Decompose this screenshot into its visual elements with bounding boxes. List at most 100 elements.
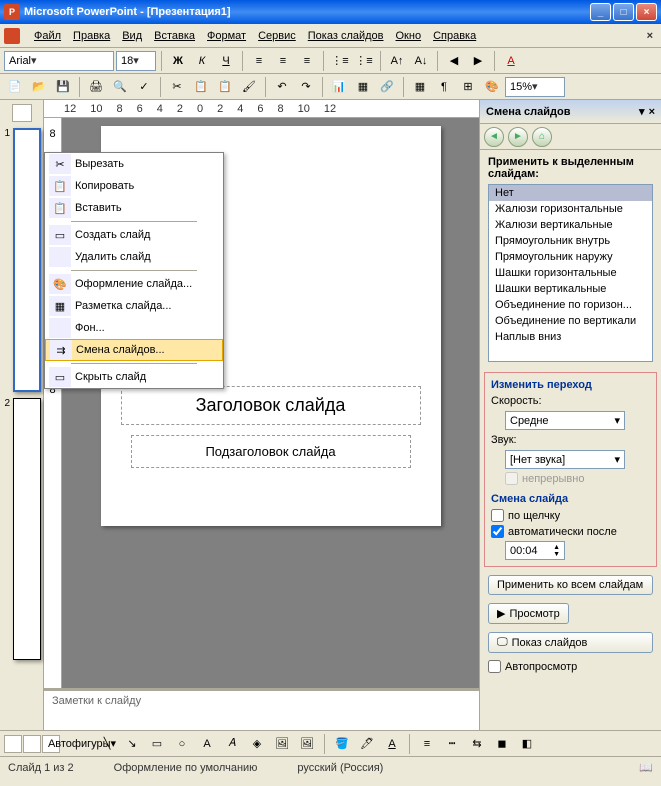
format-painter-button[interactable]: 🖌 bbox=[238, 76, 260, 98]
align-right-button[interactable]: ≡ bbox=[296, 50, 318, 72]
ctx-layout[interactable]: ▦Разметка слайда... bbox=[45, 295, 223, 317]
save-button[interactable]: 💾 bbox=[52, 76, 74, 98]
underline-button[interactable]: Ч bbox=[215, 50, 237, 72]
open-button[interactable]: 📂 bbox=[28, 76, 50, 98]
menu-file[interactable]: Файл bbox=[28, 28, 67, 44]
wordart-tool[interactable]: 𝐴 bbox=[221, 733, 243, 755]
rect-tool[interactable]: ▭ bbox=[146, 733, 168, 755]
line-style-tool[interactable]: ≡ bbox=[416, 733, 438, 755]
transition-item[interactable]: Наплыв вниз bbox=[489, 329, 652, 345]
transition-item[interactable]: Шашки горизонтальные bbox=[489, 265, 652, 281]
dash-style-tool[interactable]: ┅ bbox=[441, 733, 463, 755]
font-color-button[interactable]: A bbox=[500, 50, 522, 72]
transition-item[interactable]: Шашки вертикальные bbox=[489, 281, 652, 297]
show-formatting-button[interactable]: ¶ bbox=[433, 76, 455, 98]
slideshow-button[interactable]: 🖵 Показ слайдов bbox=[488, 632, 653, 653]
increase-font-button[interactable]: A↑ bbox=[386, 50, 408, 72]
taskpane-dropdown[interactable]: ▾ bbox=[639, 105, 645, 118]
align-center-button[interactable]: ≡ bbox=[272, 50, 294, 72]
bullets-button[interactable]: ⋮≡ bbox=[353, 50, 375, 72]
ctx-delete-slide[interactable]: Удалить слайд bbox=[45, 246, 223, 268]
play-button[interactable]: ▶ Просмотр bbox=[488, 603, 569, 624]
align-left-button[interactable]: ≡ bbox=[248, 50, 270, 72]
spell-button[interactable]: ✓ bbox=[133, 76, 155, 98]
transition-item[interactable]: Объединение по вертикали bbox=[489, 313, 652, 329]
menu-view[interactable]: Вид bbox=[116, 28, 148, 44]
transition-item[interactable]: Объединение по горизон... bbox=[489, 297, 652, 313]
auto-checkbox[interactable] bbox=[491, 525, 504, 538]
print-button[interactable]: 🖨 bbox=[85, 76, 107, 98]
nav-forward-button[interactable]: ► bbox=[508, 127, 528, 147]
new-button[interactable]: 📄 bbox=[4, 76, 26, 98]
diagram-tool[interactable]: ◈ bbox=[246, 733, 268, 755]
zoom-combo[interactable]: 15%▾ bbox=[505, 77, 565, 97]
ctx-paste[interactable]: 📋Вставить bbox=[45, 197, 223, 219]
slide-subtitle-placeholder[interactable]: Подзаголовок слайда bbox=[131, 435, 411, 468]
taskpane-close-button[interactable]: × bbox=[649, 106, 655, 118]
nav-home-button[interactable]: ⌂ bbox=[532, 127, 552, 147]
fill-color-tool[interactable]: 🪣 bbox=[331, 733, 353, 755]
mdi-close-button[interactable]: × bbox=[643, 30, 657, 42]
tables-borders-button[interactable]: ▦ bbox=[409, 76, 431, 98]
cut-button[interactable]: ✂ bbox=[166, 76, 188, 98]
paste-button[interactable]: 📋 bbox=[214, 76, 236, 98]
sorter-view-button[interactable] bbox=[23, 735, 41, 753]
auto-time-spinner[interactable]: 00:04▲▼ bbox=[505, 541, 565, 560]
menu-tools[interactable]: Сервис bbox=[252, 28, 302, 44]
sound-select[interactable]: [Нет звука]▾ bbox=[505, 450, 625, 469]
copy-button[interactable]: 📋 bbox=[190, 76, 212, 98]
menu-slideshow[interactable]: Показ слайдов bbox=[302, 28, 390, 44]
arrow-tool[interactable]: ↘ bbox=[121, 733, 143, 755]
shadow-tool[interactable]: ◼ bbox=[491, 733, 513, 755]
decrease-indent-button[interactable]: ◀ bbox=[443, 50, 465, 72]
table-button[interactable]: ▦ bbox=[352, 76, 374, 98]
ctx-transition[interactable]: ⇉Смена слайдов... bbox=[45, 339, 223, 361]
menu-window[interactable]: Окно bbox=[390, 28, 428, 44]
ctx-design[interactable]: 🎨Оформление слайда... bbox=[45, 273, 223, 295]
menu-insert[interactable]: Вставка bbox=[148, 28, 201, 44]
line-tool[interactable]: ╲ bbox=[96, 733, 118, 755]
autoshapes-button[interactable]: Автофигуры ▾ bbox=[71, 733, 93, 755]
onclick-checkbox[interactable] bbox=[491, 509, 504, 522]
increase-indent-button[interactable]: ▶ bbox=[467, 50, 489, 72]
ctx-copy[interactable]: 📋Копировать bbox=[45, 175, 223, 197]
outline-tab[interactable] bbox=[12, 104, 32, 122]
textbox-tool[interactable]: A bbox=[196, 733, 218, 755]
numbering-button[interactable]: ⋮≡ bbox=[329, 50, 351, 72]
menu-format[interactable]: Формат bbox=[201, 28, 252, 44]
ctx-new-slide[interactable]: ▭Создать слайд bbox=[45, 224, 223, 246]
speed-select[interactable]: Средне▾ bbox=[505, 411, 625, 430]
transition-item[interactable]: Жалюзи горизонтальные bbox=[489, 201, 652, 217]
color-button[interactable]: 🎨 bbox=[481, 76, 503, 98]
menu-help[interactable]: Справка bbox=[427, 28, 482, 44]
font-size-combo[interactable]: 18▾ bbox=[116, 51, 156, 71]
font-name-combo[interactable]: Arial▾ bbox=[4, 51, 114, 71]
ctx-background[interactable]: Фон... bbox=[45, 317, 223, 339]
italic-button[interactable]: К bbox=[191, 50, 213, 72]
undo-button[interactable]: ↶ bbox=[271, 76, 293, 98]
apply-all-button[interactable]: Применить ко всем слайдам bbox=[488, 575, 653, 595]
clipart-tool[interactable]: 🖼 bbox=[271, 733, 293, 755]
maximize-button[interactable]: □ bbox=[613, 3, 634, 21]
bold-button[interactable]: Ж bbox=[167, 50, 189, 72]
hyperlink-button[interactable]: 🔗 bbox=[376, 76, 398, 98]
line-color-tool[interactable]: 🖊 bbox=[356, 733, 378, 755]
normal-view-button[interactable] bbox=[4, 735, 22, 753]
notes-pane[interactable]: Заметки к слайду bbox=[44, 688, 479, 730]
decrease-font-button[interactable]: A↓ bbox=[410, 50, 432, 72]
thumbnail-2[interactable]: 2 bbox=[2, 398, 41, 660]
minimize-button[interactable]: _ bbox=[590, 3, 611, 21]
ctx-cut[interactable]: ✂Вырезать bbox=[45, 153, 223, 175]
picture-tool[interactable]: 🖼 bbox=[296, 733, 318, 755]
autopreview-checkbox[interactable] bbox=[488, 660, 501, 673]
slide-title-placeholder[interactable]: Заголовок слайда bbox=[121, 386, 421, 425]
transitions-list[interactable]: Нет Жалюзи горизонтальные Жалюзи вертика… bbox=[488, 184, 653, 362]
redo-button[interactable]: ↷ bbox=[295, 76, 317, 98]
oval-tool[interactable]: ○ bbox=[171, 733, 193, 755]
chart-button[interactable]: 📊 bbox=[328, 76, 350, 98]
transition-item[interactable]: Жалюзи вертикальные bbox=[489, 217, 652, 233]
preview-button[interactable]: 🔍 bbox=[109, 76, 131, 98]
transition-none[interactable]: Нет bbox=[489, 185, 652, 201]
nav-back-button[interactable]: ◄ bbox=[484, 127, 504, 147]
status-book-icon[interactable]: 📖 bbox=[639, 761, 653, 774]
